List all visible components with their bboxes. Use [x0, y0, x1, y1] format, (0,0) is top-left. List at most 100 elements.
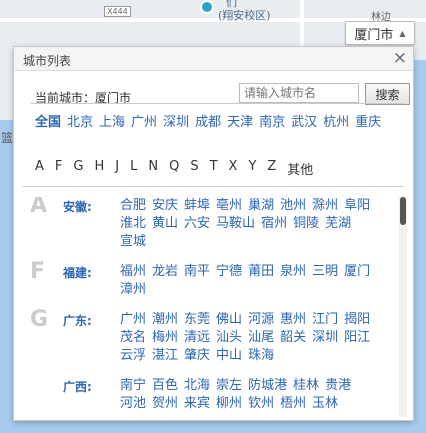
province-row: 广东: 广州 潮州 东莞 佛山 河源 惠州 江门 揭阳茂名 梅州 清远 汕头 汕尾 韶关 深圳 阳江云浮 湛江肇… [28, 311, 388, 365]
city-link[interactable]: 巢湖 [248, 197, 274, 215]
city-link[interactable]: 合肥 [120, 197, 146, 215]
city-link[interactable]: 云浮 [120, 347, 146, 365]
letter-index-item[interactable]: 其他 [287, 159, 313, 178]
school-pin-icon[interactable] [200, 0, 214, 14]
province-name[interactable]: 广东: [63, 312, 92, 329]
city-link[interactable]: 黄山 [152, 215, 178, 233]
city-link[interactable]: 阳江 [344, 329, 370, 347]
city-link[interactable]: 南宁 [120, 377, 146, 395]
city-link[interactable]: 滁州 [312, 197, 338, 215]
city-link[interactable]: 阜阳 [344, 197, 370, 215]
letter-index-item[interactable]: H [94, 159, 104, 178]
letter-index-item[interactable]: F [55, 159, 62, 178]
city-link[interactable]: 佛山 [216, 311, 242, 329]
close-icon[interactable]: × [393, 48, 407, 68]
city-link[interactable]: 龙岩 [152, 263, 178, 281]
city-link[interactable]: 潮州 [152, 311, 178, 329]
letter-index-item[interactable]: N [148, 159, 158, 178]
city-link[interactable]: 汕头 [216, 329, 242, 347]
city-link[interactable]: 柳州 [216, 395, 242, 413]
city-link[interactable]: 宣城 [120, 233, 146, 251]
city-link[interactable]: 惠州 [280, 311, 306, 329]
city-link[interactable]: 宁德 [216, 263, 242, 281]
scrollbar[interactable] [399, 197, 407, 417]
city-link[interactable]: 贺州 [152, 395, 178, 413]
city-link[interactable]: 湛江 [152, 347, 178, 365]
hot-city-link[interactable]: 重庆 [355, 115, 381, 130]
hot-city-link[interactable]: 武汉 [291, 115, 317, 130]
city-link[interactable]: 玉林 [312, 395, 338, 413]
city-link[interactable]: 池州 [280, 197, 306, 215]
city-link[interactable]: 六安 [184, 215, 210, 233]
city-link[interactable]: 芜湖 [325, 215, 351, 233]
province-name[interactable]: 福建: [63, 264, 92, 281]
city-link[interactable]: 淮北 [120, 215, 146, 233]
city-link[interactable]: 莆田 [248, 263, 274, 281]
hot-city-link[interactable]: 成都 [195, 115, 221, 130]
city-search-input[interactable] [239, 83, 359, 103]
city-link[interactable]: 韶关 [280, 329, 306, 347]
hot-city-link[interactable]: 北京 [67, 115, 93, 130]
letter-index-item[interactable]: Q [169, 159, 179, 178]
hot-city-link[interactable]: 南京 [259, 115, 285, 130]
letter-index-item[interactable]: G [73, 159, 83, 178]
hot-city-link[interactable]: 全国 [35, 115, 61, 130]
city-link[interactable]: 漳州 [120, 281, 146, 299]
letter-index-item[interactable]: S [190, 159, 198, 178]
city-link[interactable]: 钦州 [248, 395, 274, 413]
city-link[interactable]: 铜陵 [293, 215, 319, 233]
letter-index-item[interactable]: A [35, 159, 44, 178]
city-link[interactable]: 蚌埠 [184, 197, 210, 215]
city-link[interactable]: 河池 [120, 395, 146, 413]
letter-index-item[interactable]: J [115, 159, 119, 178]
city-link[interactable]: 肇庆 [184, 347, 210, 365]
city-link[interactable]: 三明 [312, 263, 338, 281]
city-link[interactable]: 福州 [120, 263, 146, 281]
city-link[interactable]: 北海 [184, 377, 210, 395]
city-link[interactable]: 汕尾 [248, 329, 274, 347]
city-link[interactable]: 贵港 [325, 377, 351, 395]
city-link[interactable]: 桂林 [293, 377, 319, 395]
city-link[interactable]: 河源 [248, 311, 274, 329]
city-link[interactable]: 中山 [216, 347, 242, 365]
letter-index-item[interactable]: T [210, 159, 218, 178]
province-name[interactable]: 安徽: [63, 198, 92, 215]
letter-index-item[interactable]: Y [248, 159, 256, 178]
hot-city-link[interactable]: 杭州 [323, 115, 349, 130]
city-link[interactable]: 泉州 [280, 263, 306, 281]
city-link[interactable]: 广州 [120, 311, 146, 329]
letter-index-item[interactable]: Z [267, 159, 276, 178]
letter-index-item[interactable]: X [229, 159, 238, 178]
city-link[interactable]: 江门 [312, 311, 338, 329]
city-link[interactable]: 亳州 [216, 197, 242, 215]
city-link[interactable]: 南平 [184, 263, 210, 281]
city-link[interactable]: 来宾 [184, 395, 210, 413]
city-link[interactable]: 防城港 [248, 377, 287, 395]
city-list[interactable]: A 安徽: 合肥 安庆 蚌埠 亳州 巢湖 池州 滁州 阜阳淮北 黄山 六安 马鞍山 宿州 铜陵 芜湖宣城 F 福建… [28, 197, 388, 419]
city-link[interactable]: 宿州 [261, 215, 287, 233]
city-link[interactable]: 茂名 [120, 329, 146, 347]
city-link[interactable]: 东莞 [184, 311, 210, 329]
city-link[interactable]: 安庆 [152, 197, 178, 215]
city-link[interactable]: 揭阳 [344, 311, 370, 329]
city-link[interactable]: 深圳 [312, 329, 338, 347]
city-link[interactable]: 马鞍山 [216, 215, 255, 233]
city-link[interactable]: 崇左 [216, 377, 242, 395]
hot-city-link[interactable]: 天津 [227, 115, 253, 130]
hot-city-link[interactable]: 深圳 [163, 115, 189, 130]
road-shield: X444 [104, 6, 131, 17]
letter-group: A 安徽: 合肥 安庆 蚌埠 亳州 巢湖 池州 滁州 阜阳淮北 黄山 六安 马鞍山 宿州 铜陵 芜湖宣城 [28, 197, 388, 251]
hot-city-link[interactable]: 上海 [99, 115, 125, 130]
city-link[interactable]: 珠海 [248, 347, 274, 365]
city-link[interactable]: 梧州 [280, 395, 306, 413]
city-link[interactable]: 清远 [184, 329, 210, 347]
scrollbar-thumb[interactable] [400, 197, 406, 225]
letter-index-item[interactable]: L [130, 159, 137, 178]
hot-city-link[interactable]: 广州 [131, 115, 157, 130]
city-link[interactable]: 百色 [152, 377, 178, 395]
city-link[interactable]: 厦门 [344, 263, 370, 281]
city-link[interactable]: 梅州 [152, 329, 178, 347]
search-button[interactable]: 搜索 [365, 83, 410, 105]
province-name[interactable]: 广西: [63, 378, 92, 395]
city-selector-button[interactable]: 厦门市 ▲ [345, 21, 415, 45]
